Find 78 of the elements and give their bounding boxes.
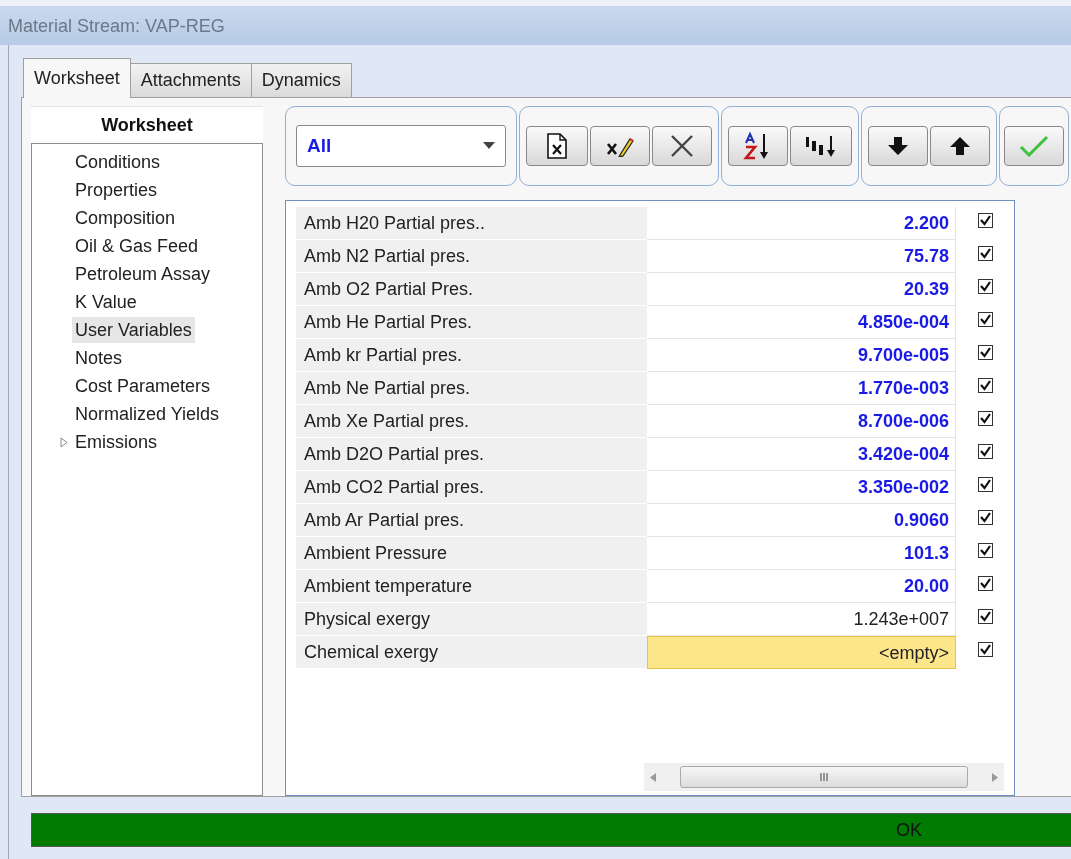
variable-name: Amb CO2 Partial pres.	[296, 470, 647, 504]
variable-name: Amb Xe Partial pres.	[296, 404, 647, 438]
sidebar-item[interactable]: User Variables	[72, 317, 195, 343]
value-cell[interactable]: 2.200	[646, 206, 957, 240]
variable-name: Amb Ne Partial pres.	[296, 371, 647, 405]
variable-name: Ambient temperature	[296, 569, 647, 603]
expand-icon[interactable]	[60, 436, 68, 448]
checkbox[interactable]	[977, 575, 993, 591]
checkbox[interactable]	[977, 476, 993, 492]
checkbox[interactable]	[977, 377, 993, 393]
variable-name: Amb He Partial Pres.	[296, 305, 647, 339]
value-cell[interactable]: 20.39	[646, 272, 957, 306]
value-cell[interactable]: 9.700e-005	[646, 338, 957, 372]
export-button[interactable]	[526, 125, 588, 166]
checkbox[interactable]	[977, 542, 993, 558]
variable-name: Physical exergy	[296, 602, 647, 636]
value-cell[interactable]: 20.00	[646, 569, 957, 603]
arrow-up-icon	[949, 134, 971, 157]
variable-name: Chemical exergy	[296, 635, 647, 669]
arrow-down-icon	[887, 134, 909, 157]
value-cell[interactable]: 101.3	[646, 536, 957, 570]
grip-icon	[819, 773, 829, 781]
edit-variable-button[interactable]	[590, 125, 650, 166]
checkbox[interactable]	[977, 212, 993, 228]
checkbox[interactable]	[977, 509, 993, 525]
value-cell[interactable]: 4.850e-004	[646, 305, 957, 339]
sidebar-item[interactable]: Notes	[72, 345, 126, 371]
sidebar-item[interactable]: K Value	[72, 289, 140, 315]
scrollbar-thumb[interactable]	[680, 766, 968, 788]
sidebar-item[interactable]: Properties	[72, 177, 161, 203]
value-cell[interactable]: <empty>	[646, 635, 957, 669]
window-title: Material Stream: VAP-REG	[8, 16, 225, 36]
checkbox[interactable]	[977, 443, 993, 459]
checkbox[interactable]	[977, 410, 993, 426]
variable-name: Amb D2O Partial pres.	[296, 437, 647, 471]
variable-name: Amb N2 Partial pres.	[296, 239, 647, 273]
value-cell[interactable]: 1.770e-003	[646, 371, 957, 405]
sidebar-item[interactable]: Petroleum Assay	[72, 261, 214, 287]
checkbox[interactable]	[977, 311, 993, 327]
filter-dropdown[interactable]: All	[296, 124, 506, 167]
tab[interactable]: Attachments	[129, 63, 252, 97]
variable-name: Amb kr Partial pres.	[296, 338, 647, 372]
value-cell[interactable]: 8.700e-006	[646, 404, 957, 438]
tab[interactable]: Dynamics	[250, 63, 352, 97]
sort-numeric-button[interactable]	[790, 125, 852, 166]
checkbox[interactable]	[977, 641, 993, 657]
variable-name: Ambient Pressure	[296, 536, 647, 570]
value-cell[interactable]: 3.420e-004	[646, 437, 957, 471]
dropdown-arrow-icon	[483, 142, 495, 150]
sidebar-item[interactable]: Conditions	[72, 149, 164, 175]
delete-button[interactable]	[652, 125, 712, 166]
status-text: OK	[896, 820, 922, 841]
accept-button[interactable]	[1004, 125, 1064, 166]
variable-name: Amb Ar Partial pres.	[296, 503, 647, 537]
sidebar-item[interactable]: Normalized Yields	[72, 401, 223, 427]
value-cell[interactable]: 75.78	[646, 239, 957, 273]
variable-name: Amb H20 Partial pres..	[296, 206, 647, 240]
sidebar-item[interactable]: Composition	[72, 205, 179, 231]
horizontal-scrollbar[interactable]	[644, 763, 1004, 791]
sidebar-item[interactable]: Emissions	[72, 429, 161, 455]
sidebar-item[interactable]: Oil & Gas Feed	[72, 233, 202, 259]
checkmark-icon	[1019, 134, 1049, 157]
sidebar-title: Worksheet	[31, 106, 263, 143]
tab[interactable]: Worksheet	[23, 58, 131, 98]
checkbox[interactable]	[977, 608, 993, 624]
sort-alpha-button[interactable]	[728, 125, 788, 166]
move-up-button[interactable]	[930, 125, 990, 166]
checkbox[interactable]	[977, 278, 993, 294]
checkbox[interactable]	[977, 245, 993, 261]
value-cell[interactable]: 1.243e+007	[646, 602, 957, 636]
delete-icon	[669, 132, 695, 159]
checkbox[interactable]	[977, 344, 993, 360]
value-cell[interactable]: 0.9060	[646, 503, 957, 537]
variable-name: Amb O2 Partial Pres.	[296, 272, 647, 306]
sidebar-item[interactable]: Cost Parameters	[72, 373, 214, 399]
value-cell[interactable]: 3.350e-002	[646, 470, 957, 504]
document-icon	[546, 132, 568, 159]
move-down-button[interactable]	[868, 125, 928, 166]
